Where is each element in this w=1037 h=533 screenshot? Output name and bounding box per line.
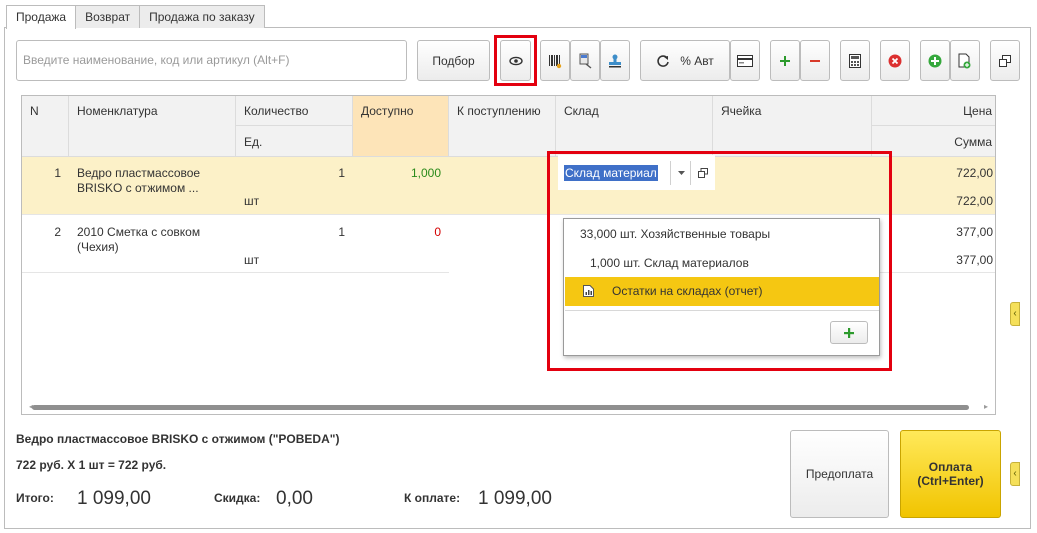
side-panel-toggle[interactable]: ‹ <box>1010 462 1020 486</box>
dropdown-divider <box>565 310 879 311</box>
row-number: 1 <box>22 157 69 215</box>
dropdown-item-report-label: Остатки на складах (отчет) <box>612 284 763 298</box>
row-name-line2: BRISKO с отжимом ... <box>77 181 199 195</box>
col-header-sum[interactable]: Сумма <box>872 126 995 157</box>
plus-circle-icon <box>928 54 942 67</box>
pay-button[interactable]: Оплата (Ctrl+Enter) <box>900 430 1001 518</box>
plus-icon <box>780 55 790 66</box>
calculator-icon <box>849 53 861 68</box>
col-header-available[interactable]: Доступно <box>353 96 449 157</box>
field-divider <box>690 161 691 185</box>
col-header-price[interactable]: Цена <box>872 96 995 126</box>
tab-sale[interactable]: Продажа <box>6 5 77 29</box>
plus-icon <box>844 327 854 338</box>
warehouse-field[interactable]: Склад материал <box>558 155 715 190</box>
podbor-button[interactable]: Подбор <box>417 40 490 81</box>
tab-bar: Продажа Возврат Продажа по заказу <box>6 5 265 29</box>
discount-value: 0,00 <box>276 488 313 509</box>
total-label: Итого: <box>16 491 54 505</box>
pay-button-shortcut: (Ctrl+Enter) <box>917 474 984 488</box>
add-row-button[interactable] <box>770 40 800 81</box>
row-name-line2: (Чехия) <box>77 240 119 254</box>
row-nomenclature[interactable]: 2010 Сметка с совком (Чехия) <box>69 215 236 273</box>
barcode-button[interactable] <box>540 40 570 81</box>
selected-product-name: Ведро пластмассовое BRISKO с отжимом ("P… <box>16 432 340 446</box>
refresh-icon <box>657 54 669 67</box>
row-nomenclature[interactable]: Ведро пластмассовое BRISKO с отжимом ... <box>69 157 236 215</box>
auto-discount-label: % Авт <box>680 53 714 68</box>
pay-button-label: Оплата <box>928 460 973 474</box>
dropdown-item-materials[interactable]: 1,000 шт. Склад материалов <box>590 256 749 270</box>
row-unit[interactable]: шт <box>236 187 353 215</box>
tab-sale-by-order[interactable]: Продажа по заказу <box>139 5 265 28</box>
field-divider <box>670 161 671 185</box>
price-calculation: 722 руб. X 1 шт = 722 руб. <box>16 458 167 472</box>
prepayment-button[interactable]: Предоплата <box>790 430 889 518</box>
horizontal-scrollbar[interactable] <box>32 405 969 410</box>
total-value: 1 099,00 <box>77 488 151 509</box>
row-cell[interactable] <box>713 157 872 215</box>
row-available: 1,000 <box>353 157 449 215</box>
row-incoming <box>449 157 556 215</box>
document-add-icon <box>958 53 971 68</box>
eye-icon <box>508 56 523 65</box>
row-unit[interactable]: шт <box>236 245 353 273</box>
row-name-line1: Ведро пластмассовое <box>77 166 201 180</box>
auto-discount-button[interactable]: % Авт <box>640 40 730 81</box>
remove-row-button[interactable] <box>800 40 830 81</box>
add-green-button[interactable] <box>920 40 950 81</box>
warehouse-field-value[interactable]: Склад материал <box>564 165 658 181</box>
topay-value: 1 099,00 <box>478 488 552 509</box>
side-panel-toggle[interactable]: ‹ <box>1010 302 1020 326</box>
new-document-button[interactable] <box>950 40 980 81</box>
discount-label: Скидка: <box>214 491 261 505</box>
row-sum: 377,00 <box>872 245 995 273</box>
barcode-icon <box>549 54 562 68</box>
row-number: 2 <box>22 215 69 273</box>
col-header-quantity[interactable]: Количество <box>236 96 353 126</box>
cancel-button[interactable] <box>880 40 910 81</box>
topay-label: К оплате: <box>404 491 461 505</box>
row-quantity[interactable]: 1 <box>236 157 353 187</box>
close-circle-icon <box>888 54 902 67</box>
stamp-button[interactable] <box>600 40 630 81</box>
tab-return[interactable]: Возврат <box>75 5 141 28</box>
scroll-right-arrow[interactable]: ▸ <box>984 402 988 411</box>
col-header-incoming[interactable]: К поступлению <box>449 96 556 157</box>
scanner-button[interactable] <box>570 40 600 81</box>
col-header-unit[interactable]: Ед. <box>236 126 353 157</box>
calculator-button[interactable] <box>840 40 870 81</box>
report-icon <box>583 285 594 297</box>
row-name-line1: 2010 Сметка с совком <box>77 225 201 239</box>
view-button[interactable] <box>500 40 531 81</box>
card-button[interactable] <box>730 40 760 81</box>
dropdown-item-report[interactable]: Остатки на складах (отчет) <box>565 277 879 306</box>
col-header-nomenclature[interactable]: Номенклатура <box>69 96 236 157</box>
col-header-n[interactable]: N <box>22 96 69 157</box>
row-available: 0 <box>353 215 449 273</box>
col-header-warehouse[interactable]: Склад <box>556 96 713 157</box>
chevron-down-icon[interactable] <box>678 171 685 176</box>
row-sum: 722,00 <box>872 187 995 215</box>
dropdown-add-button[interactable] <box>830 321 868 344</box>
open-window-button[interactable] <box>990 40 1020 81</box>
card-icon <box>737 54 753 67</box>
window-icon <box>999 54 1011 67</box>
stamp-icon <box>609 54 621 67</box>
dropdown-item-household[interactable]: 33,000 шт. Хозяйственные товары <box>580 227 770 241</box>
search-input[interactable]: Введите наименование, код или артикул (A… <box>16 40 407 81</box>
row-quantity[interactable]: 1 <box>236 215 353 245</box>
open-window-icon[interactable] <box>698 168 708 178</box>
row-price[interactable]: 722,00 <box>872 157 995 187</box>
col-header-cell[interactable]: Ячейка <box>713 96 872 157</box>
row-price[interactable]: 377,00 <box>872 215 995 245</box>
warehouse-dropdown-list: 33,000 шт. Хозяйственные товары 1,000 шт… <box>563 218 880 356</box>
scanner-icon <box>579 53 592 69</box>
minus-icon <box>810 59 820 62</box>
